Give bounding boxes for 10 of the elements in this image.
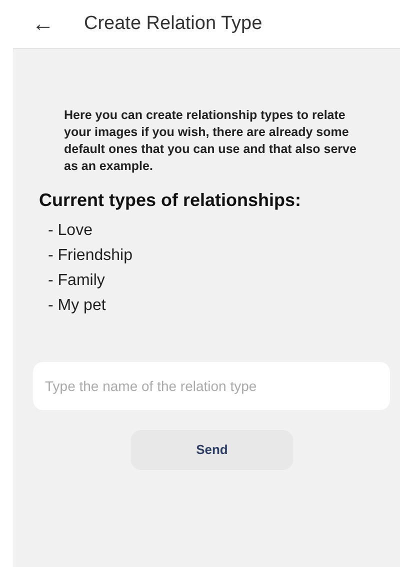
relation-type-item: - My pet xyxy=(48,296,107,316)
intro-text: Here you can create relationship types to relate your images if you wish, there are already some default ones that you can use and that also serve as an example. xyxy=(64,107,358,175)
relation-type-item: - Love xyxy=(48,221,94,241)
back-button[interactable]: ← xyxy=(32,13,54,35)
list-heading: Current types of relationships: xyxy=(39,189,302,212)
relation-type-item: - Family xyxy=(48,271,106,291)
name-input-field[interactable]: Type the name of the relation type xyxy=(33,362,390,410)
screen-title: Create Relation Type xyxy=(84,12,262,36)
send-button[interactable]: Send xyxy=(131,430,293,470)
relation-type-item: - Friendship xyxy=(48,246,134,266)
